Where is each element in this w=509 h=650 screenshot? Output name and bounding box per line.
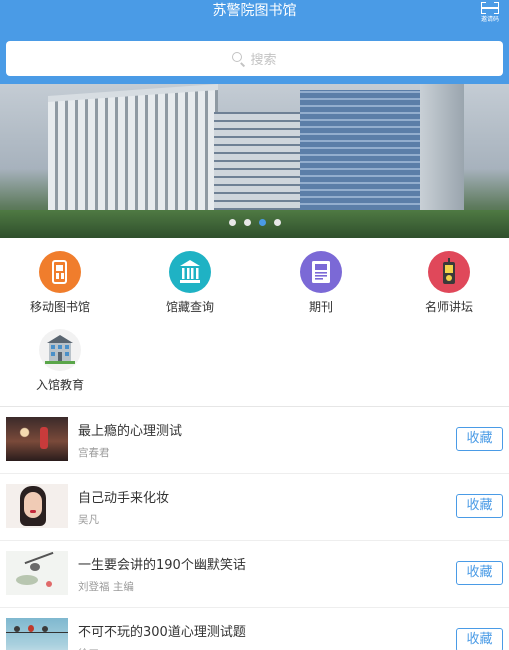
book-list: 最上瘾的心理测试 宫春君 收藏 自己动手来化妆 吴凡 收藏 一生要会讲的190个…	[0, 407, 509, 650]
carousel-indicator	[0, 219, 509, 226]
book-cover	[6, 618, 68, 650]
mobile-library-icon	[39, 251, 81, 293]
banner-image-library-building	[48, 90, 218, 230]
category-journals[interactable]: 期刊	[266, 251, 376, 314]
favorite-button[interactable]: 收藏	[456, 561, 503, 585]
page-title: 苏警院图书馆	[212, 3, 297, 19]
category-label: 馆藏查询	[165, 300, 214, 314]
carousel-dot-active[interactable]	[258, 219, 266, 226]
book-title: 最上瘾的心理测试	[78, 424, 183, 439]
favorite-button[interactable]: 收藏	[456, 628, 503, 650]
category-collection-search[interactable]: 馆藏查询	[135, 251, 245, 314]
category-label: 期刊	[308, 300, 333, 314]
building-icon	[39, 329, 81, 371]
invite-code-label: 邀请码	[480, 16, 499, 23]
megaphone-icon	[428, 251, 470, 293]
journal-icon	[300, 251, 342, 293]
list-item[interactable]: 最上瘾的心理测试 宫春君 收藏	[0, 407, 509, 474]
museum-icon	[169, 251, 211, 293]
book-title: 一生要会讲的190个幽默笑话	[78, 558, 246, 573]
book-title: 不可不玩的300道心理测试题	[78, 625, 246, 640]
carousel-dot[interactable]	[243, 219, 251, 226]
category-label: 名师讲坛	[424, 300, 473, 314]
book-author: 吴凡	[78, 514, 99, 526]
search-placeholder: 搜索	[250, 53, 277, 68]
category-mobile-library[interactable]: 移动图书馆	[5, 251, 115, 314]
carousel-dot[interactable]	[273, 219, 281, 226]
category-label: 移动图书馆	[29, 300, 90, 314]
favorite-button[interactable]: 收藏	[456, 494, 503, 518]
invite-code-button[interactable]: 邀请码	[477, 2, 503, 24]
app-header: 苏警院图书馆 邀请码 搜索	[0, 0, 509, 84]
favorite-button[interactable]: 收藏	[456, 427, 503, 451]
book-title: 自己动手来化妆	[78, 491, 170, 506]
book-author: 宫春君	[78, 447, 110, 459]
banner-carousel[interactable]	[0, 84, 509, 238]
category-grid: 移动图书馆 馆藏查询 期刊 名师讲坛 入馆教育	[0, 238, 509, 406]
list-item[interactable]: 一生要会讲的190个幽默笑话 刘登福 主编 收藏	[0, 541, 509, 608]
book-cover	[6, 417, 68, 461]
list-item[interactable]: 自己动手来化妆 吴凡 收藏	[0, 474, 509, 541]
category-lectures[interactable]: 名师讲坛	[394, 251, 504, 314]
book-author: 刘登福 主编	[78, 581, 134, 593]
category-orientation[interactable]: 入馆教育	[5, 329, 115, 392]
search-input[interactable]: 搜索	[6, 41, 503, 76]
book-cover	[6, 484, 68, 528]
scan-icon	[481, 2, 499, 14]
category-label: 入馆教育	[35, 378, 84, 392]
book-cover	[6, 551, 68, 595]
search-icon	[232, 51, 246, 67]
list-item[interactable]: 不可不玩的300道心理测试题 徐工 收藏	[0, 608, 509, 650]
carousel-dot[interactable]	[228, 219, 236, 226]
